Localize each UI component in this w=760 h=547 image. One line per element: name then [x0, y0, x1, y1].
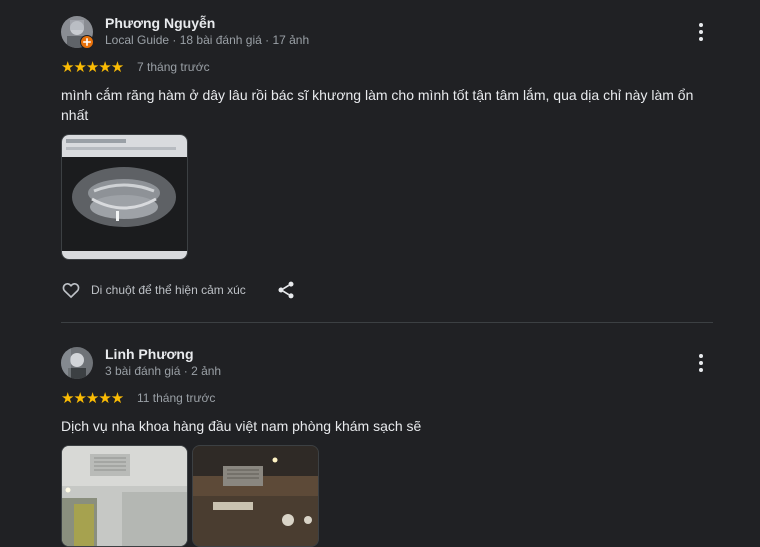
reviewer-name[interactable]: Linh Phương	[105, 346, 194, 362]
star-rating: ★★★★★	[61, 390, 124, 407]
more-options-button[interactable]	[690, 352, 712, 374]
review-card-2: Linh Phương 3 bài đánh giá · 2 ảnh ★★★★★…	[0, 322, 760, 547]
review-text: mình cắm răng hàm ở dây lâu rồi bác sĩ k…	[61, 87, 694, 123]
review-actions: Di chuột để thể hiện cảm xúc	[61, 278, 246, 302]
local-guide-badge-icon	[80, 35, 94, 49]
reviewer-meta: 3 bài đánh giá · 2 ảnh	[105, 364, 222, 378]
review-photo-xray[interactable]	[61, 134, 188, 260]
share-icon[interactable]	[276, 280, 296, 300]
reviewer-name[interactable]: Phương Nguyễn	[105, 15, 215, 31]
review-photo-clinic-2[interactable]	[192, 445, 319, 547]
more-vert-icon	[699, 23, 703, 27]
more-vert-icon	[699, 354, 703, 358]
reviewer-meta: Local Guide · 18 bài đánh giá · 17 ảnh	[105, 33, 310, 47]
reviewer-avatar[interactable]	[61, 347, 93, 379]
review-photo-clinic-1[interactable]	[61, 445, 188, 547]
review-card-1: Phương Nguyễn Local Guide · 18 bài đánh …	[0, 0, 760, 322]
review-text: Dịch vụ nha khoa hàng đầu việt nam phòng…	[61, 418, 422, 434]
reaction-label[interactable]: Di chuột để thể hiện cảm xúc	[91, 283, 246, 297]
heart-outline-icon[interactable]	[61, 280, 81, 300]
review-time: 11 tháng trước	[137, 391, 216, 405]
more-options-button[interactable]	[690, 21, 712, 43]
review-time: 7 tháng trước	[137, 60, 210, 74]
star-rating: ★★★★★	[61, 59, 124, 76]
